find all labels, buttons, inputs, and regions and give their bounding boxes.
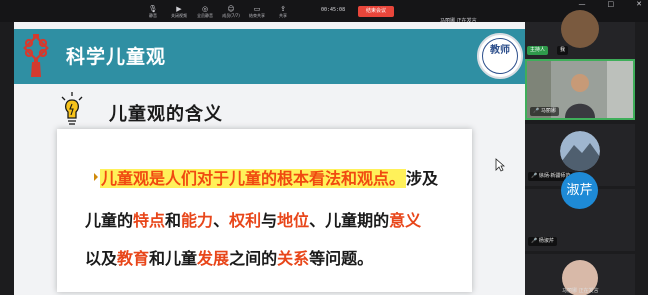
- mouse-cursor-icon: [495, 158, 505, 172]
- keyword-highlight: 教育: [117, 249, 150, 268]
- shared-slide: 科学儿童观 教师 儿童观的含义 儿童观是人们对于儿童的根本看法和观点。涉及 儿童…: [14, 22, 525, 295]
- close-icon[interactable]: ✕: [636, 0, 642, 10]
- keyword-highlight: 关系: [277, 249, 310, 268]
- definition-line-1: 儿童观是人们对于儿童的根本看法和观点。涉及: [94, 169, 438, 189]
- mute-all-icon: ◎: [201, 4, 209, 13]
- maximize-icon[interactable]: □: [608, 0, 615, 10]
- pointer-icon: [94, 173, 98, 181]
- keyword-highlight: 特点: [133, 211, 166, 230]
- toolbar-button-label: 静音: [149, 12, 157, 18]
- seal-ring: [482, 38, 518, 74]
- mic-icon: 🎙: [148, 4, 158, 13]
- participant-4-avatar: 淑芹: [561, 172, 598, 209]
- definition-text: 之间的: [229, 249, 278, 268]
- participant-4-name: 杨淑芹: [538, 238, 554, 244]
- definition-text: 、儿童期的: [309, 211, 390, 230]
- toolbar-button-0[interactable]: 🎙 静音: [140, 0, 166, 22]
- toolbar-button-2[interactable]: ◎ 全员静音: [192, 0, 218, 22]
- definition-text: 与: [261, 211, 278, 230]
- speaker-name: 马丽娜: [540, 108, 556, 114]
- toolbar-button-group: 🎙 静音 ▶ 关闭视频 ◎ 全员静音 ☺ 成员(7/7) ▭ 结束共享 ⇪ 共享: [140, 0, 296, 22]
- definition-text: 儿童的: [85, 211, 134, 230]
- definition-line-1-rest: 涉及: [406, 169, 439, 188]
- me-tag: 我: [557, 46, 569, 55]
- slide-heading: 儿童观的含义: [109, 104, 223, 125]
- minimize-icon[interactable]: —: [579, 0, 586, 10]
- toolbar-button-label: 结束共享: [249, 12, 265, 18]
- meeting-timer: 00:45:08: [321, 7, 346, 13]
- toolbar-button-5[interactable]: ⇪ 共享: [270, 0, 296, 22]
- participant-3-avatar: [560, 131, 600, 171]
- window-controls: — □ ✕: [579, 0, 643, 10]
- share-icon: ⇪: [280, 4, 286, 13]
- toolbar-button-label: 全员静音: [197, 12, 213, 18]
- definition-card: 儿童观是人们对于儿童的根本看法和观点。涉及 儿童的特点和能力、权利与地位、儿童期…: [57, 129, 472, 292]
- toolbar-button-label: 关闭视频: [171, 12, 187, 18]
- seal-text: 教师: [490, 45, 510, 56]
- host-avatar: [561, 10, 599, 48]
- keyword-highlight: 地位: [277, 211, 310, 230]
- keyword-highlight: 发展: [197, 249, 230, 268]
- participant-4-name-tag: 🎤 杨淑芹: [528, 237, 557, 246]
- university-seal-logo: 教师: [477, 33, 523, 79]
- toolbar-button-4[interactable]: ▭ 结束共享: [244, 0, 270, 22]
- members-icon: ☺: [227, 4, 235, 13]
- participant-panel: 主持人 我 🎤 马丽娜 🎤 徐炳·新疆师范 🎤 杨淑芹 淑芹: [525, 10, 648, 295]
- definition-text: 以及: [85, 249, 118, 268]
- host-tag: 主持人: [527, 46, 549, 55]
- definition-text: 、: [213, 211, 230, 230]
- toolbar-button-label: 成员(7/7): [222, 12, 240, 18]
- end-meeting-button[interactable]: 结束会议: [358, 6, 394, 17]
- video-icon: ▶: [176, 4, 182, 13]
- lightbulb-icon: [61, 92, 83, 125]
- definition-text: 和儿童: [149, 249, 198, 268]
- definition-line-3: 以及教育和儿童发展之间的关系等问题。: [85, 249, 373, 269]
- definition-line-2: 儿童的特点和能力、权利与地位、儿童期的意义: [85, 211, 421, 231]
- definition-highlight: 儿童观是人们对于儿童的根本看法和观点。: [100, 169, 407, 188]
- meeting-toolbar: 🎙 静音 ▶ 关闭视频 ◎ 全员静音 ☺ 成员(7/7) ▭ 结束共享 ⇪ 共享 00:45:08 结…: [0, 0, 648, 22]
- definition-text: 和: [165, 211, 182, 230]
- toolbar-button-1[interactable]: ▶ 关闭视频: [166, 0, 192, 22]
- chinese-knot-icon: [23, 34, 49, 77]
- toolbar-button-3[interactable]: ☺ 成员(7/7): [218, 0, 244, 22]
- end-share-icon: ▭: [253, 4, 261, 13]
- speaker-name-tag: 🎤 马丽娜: [530, 107, 559, 116]
- bottom-speaker-status: 马丽娜 正在发言: [562, 288, 599, 294]
- slide-banner: 科学儿童观 教师: [14, 29, 525, 84]
- definition-text: 等问题。: [309, 249, 374, 268]
- toolbar-button-label: 共享: [279, 12, 287, 18]
- keyword-highlight: 权利: [229, 211, 262, 230]
- keyword-highlight: 能力: [181, 211, 214, 230]
- participant-tile-speaker[interactable]: 🎤 马丽娜: [525, 59, 635, 120]
- slide-banner-title: 科学儿童观: [66, 46, 167, 68]
- keyword-highlight: 意义: [389, 211, 422, 230]
